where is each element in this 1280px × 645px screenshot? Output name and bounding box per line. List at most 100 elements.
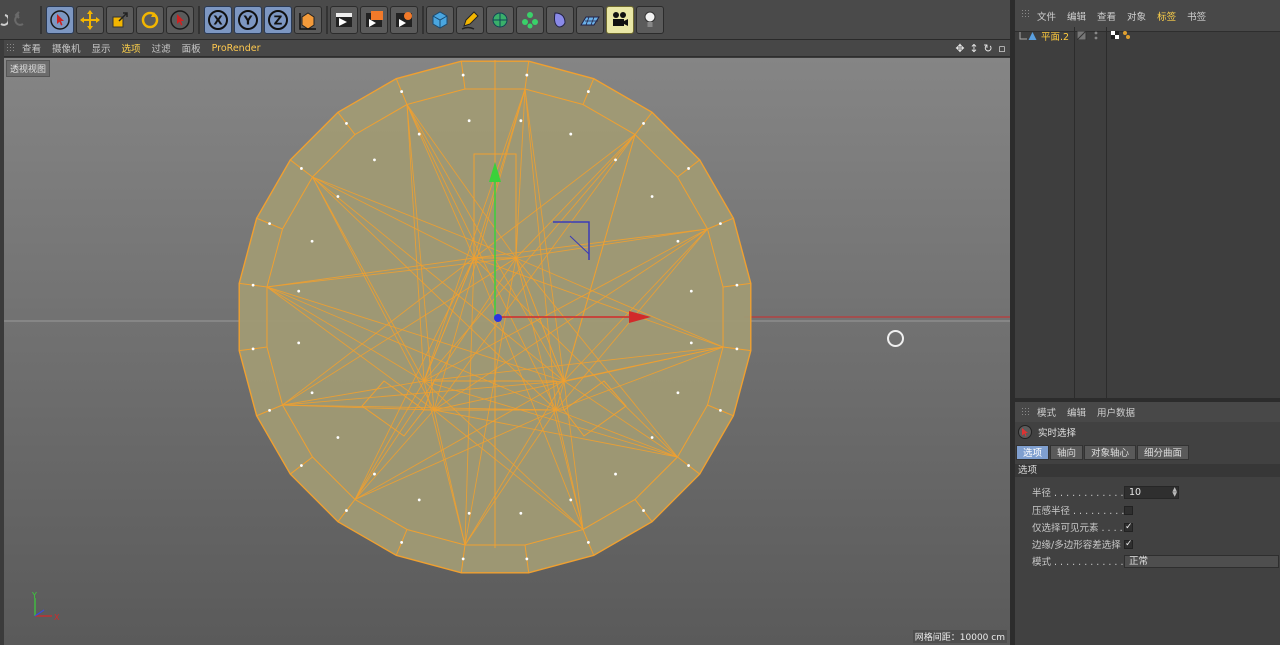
cube-icon[interactable]	[426, 6, 454, 34]
orbit-icon[interactable]: ↻	[982, 41, 994, 55]
om-menu-file[interactable]: 文件	[1037, 9, 1056, 23]
viewport-menu-options[interactable]: 选项	[122, 41, 141, 55]
hierarchy-line-icon	[1019, 31, 1027, 39]
perspective-viewport[interactable]: Y X 透视视图 网格间距：10000 cm	[4, 58, 1010, 645]
viewport-menu-display[interactable]: 显示	[92, 41, 111, 55]
rotate-icon[interactable]	[136, 6, 164, 34]
visible-only-field: 仅选择可见元素 . . . . ✓	[1032, 519, 1133, 535]
y-axis-lock-button[interactable]: Y	[234, 6, 262, 34]
tab-object-axis[interactable]: 对象轴心	[1084, 445, 1137, 460]
edit-render-settings-icon[interactable]	[390, 6, 418, 34]
mesh-normal-dot	[310, 391, 314, 395]
tab-axis[interactable]: 轴向	[1050, 445, 1084, 460]
world-axis-indicator: Y X	[31, 591, 60, 622]
toolbar-separator	[198, 6, 200, 34]
radius-label: 半径 . . . . . . . . . . . . .	[1032, 488, 1124, 499]
axis-x-label: X	[54, 613, 60, 622]
mode-label: 模式 . . . . . . . . . . . . .	[1032, 557, 1124, 568]
deformer-icon[interactable]	[546, 6, 574, 34]
mesh-normal-dot	[251, 283, 255, 287]
render-picture-viewer-icon[interactable]	[360, 6, 388, 34]
am-menu-edit[interactable]: 编辑	[1067, 405, 1086, 419]
stepper-arrows-icon[interactable]: ▲ ▼	[1172, 486, 1177, 497]
am-menu-userdata[interactable]: 用户数据	[1097, 405, 1135, 419]
dolly-icon[interactable]: ↕	[968, 41, 980, 55]
om-menu-objects[interactable]: 对象	[1127, 9, 1146, 23]
tab-subdivision-surface[interactable]: 细分曲面	[1137, 445, 1190, 460]
panel-grip-icon[interactable]	[1021, 407, 1031, 417]
pressure-radius-field: 压感半径 . . . . . . . . .	[1032, 502, 1133, 518]
pen-icon[interactable]	[456, 6, 484, 34]
grid-spacing-readout: 网格间距：10000 cm	[912, 630, 1007, 643]
recent-tool-icon[interactable]	[166, 6, 194, 34]
redo-icon[interactable]	[8, 6, 36, 34]
object-row[interactable]: 平面.2	[1019, 29, 1069, 43]
tab-options[interactable]: 选项	[1016, 445, 1050, 460]
z-axis-lock-button[interactable]: Z	[264, 6, 292, 34]
live-selection-icon[interactable]	[46, 6, 74, 34]
viewport-scene: Y X	[4, 60, 1010, 622]
viewport-menu-filter[interactable]: 过滤	[152, 41, 171, 55]
viewport-nav-icons: ✥ ↕ ↻ ▫	[954, 41, 1008, 55]
mode-select[interactable]: 正常	[1124, 554, 1279, 568]
section-header-options[interactable]: 选项	[1015, 464, 1280, 477]
om-menu-tags[interactable]: 标签	[1157, 9, 1176, 23]
om-menu-edit[interactable]: 编辑	[1067, 9, 1086, 23]
mesh-normal-dot	[525, 557, 529, 561]
mesh-normal-dot	[687, 464, 690, 467]
pan-icon[interactable]: ✥	[954, 41, 966, 55]
array-icon[interactable]	[516, 6, 544, 34]
camera-icon[interactable]	[606, 6, 634, 34]
active-tool-header: 实时选择	[1015, 422, 1280, 442]
panel-grip-icon[interactable]	[6, 43, 16, 53]
move-icon[interactable]	[76, 6, 104, 34]
world-coordinate-icon[interactable]	[294, 6, 322, 34]
subdivision-icon[interactable]	[486, 6, 514, 34]
mesh-normal-dot	[719, 408, 722, 412]
viewport-menu-panel[interactable]: 面板	[182, 41, 201, 55]
mesh-normal-dot	[417, 498, 421, 502]
viewport-menu-prorender[interactable]: ProRender	[212, 43, 261, 54]
mesh-normal-dot	[310, 239, 314, 243]
am-menu-mode[interactable]: 模式	[1037, 405, 1056, 419]
mesh-normal-dot	[268, 222, 271, 226]
maximize-view-icon[interactable]: ▫	[996, 41, 1008, 55]
render-view-icon[interactable]	[330, 6, 358, 34]
radius-field: 半径 . . . . . . . . . . . . . 10 ▲ ▼	[1032, 484, 1179, 500]
radius-input[interactable]: 10 ▲ ▼	[1124, 485, 1179, 499]
floor-icon[interactable]	[576, 6, 604, 34]
om-menu-bookmarks[interactable]: 书签	[1187, 9, 1206, 23]
pressure-radius-label: 压感半径 . . . . . . . . .	[1032, 506, 1124, 517]
mesh-normal-dot	[345, 122, 348, 125]
scale-icon[interactable]	[106, 6, 134, 34]
mesh-normal-dot	[687, 167, 690, 170]
z-axis-label: Z	[274, 14, 283, 28]
mesh-normal-dot	[689, 289, 693, 293]
gizmo-center[interactable]	[494, 314, 502, 322]
object-name[interactable]: 平面.2	[1041, 29, 1069, 43]
mesh-normal-dot	[400, 90, 404, 93]
mesh-normal-dot	[251, 347, 255, 351]
polygon-object-icon	[1028, 31, 1037, 40]
mesh-normal-dot	[614, 158, 617, 162]
mesh-normal-dot	[373, 472, 376, 476]
tolerant-selection-field: 边缘/多边形容差选择 ✓	[1032, 536, 1133, 552]
mesh-normal-dot	[467, 119, 471, 123]
visible-only-checkbox[interactable]: ✓	[1124, 522, 1133, 532]
mesh-normal-dot	[336, 195, 340, 198]
viewport-menu-view[interactable]: 查看	[22, 41, 41, 55]
tolerant-selection-checkbox[interactable]: ✓	[1124, 539, 1133, 549]
viewport-menu-cameras[interactable]: 摄像机	[52, 41, 81, 55]
mesh-normal-dot	[373, 158, 376, 162]
x-axis-lock-button[interactable]: X	[204, 6, 232, 34]
object-visibility-toggles[interactable]	[1077, 31, 1103, 40]
light-icon[interactable]	[636, 6, 664, 34]
pressure-radius-checkbox[interactable]	[1124, 505, 1133, 515]
panel-grip-icon[interactable]	[1021, 9, 1031, 19]
viewport-camera-label[interactable]: 透视视图	[6, 60, 51, 77]
live-selection-cursor	[887, 330, 904, 347]
live-selection-tool-icon	[1018, 425, 1032, 439]
om-menu-view[interactable]: 查看	[1097, 9, 1116, 23]
object-tags[interactable]	[1111, 30, 1135, 41]
object-list[interactable]: 平面.2	[1015, 27, 1280, 398]
